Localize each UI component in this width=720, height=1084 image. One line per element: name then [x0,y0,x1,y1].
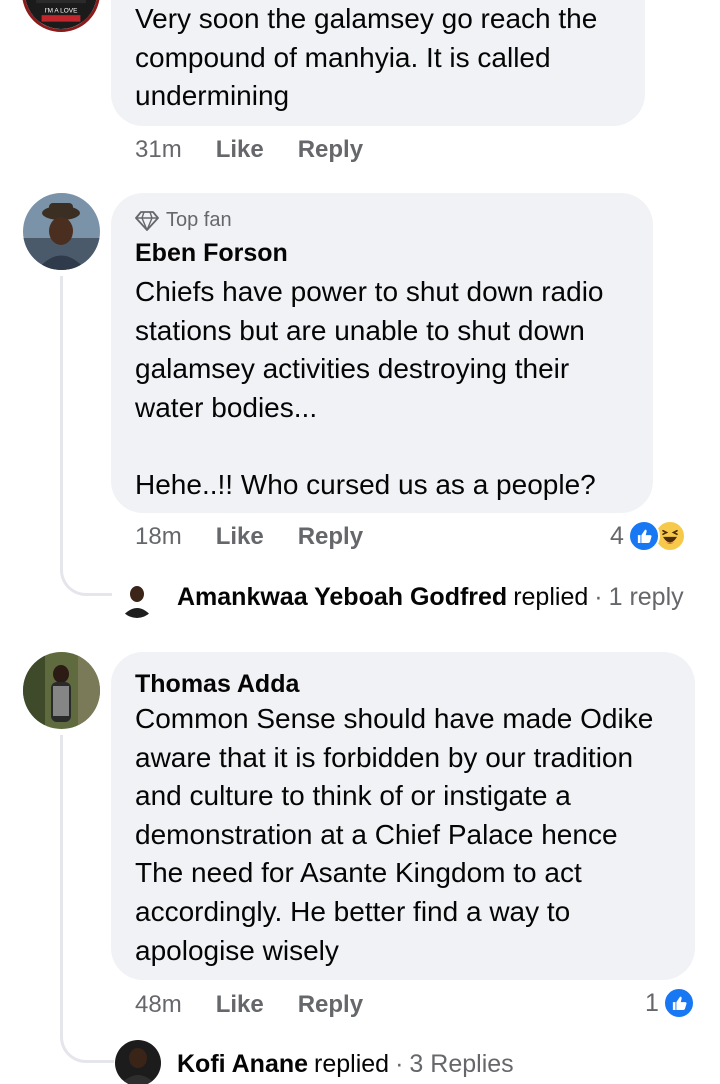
reply-button[interactable]: Reply [298,136,363,164]
separator-dot: · [594,583,603,611]
avatar-image [23,652,100,729]
comment-timestamp[interactable]: 31m [135,136,182,164]
comment-bubble[interactable]: Thomas Adda Common Sense should have mad… [111,652,695,980]
reply-avatar[interactable] [118,580,156,618]
reply-button[interactable]: Reply [298,523,363,551]
reaction-count: 4 [610,521,624,550]
reaction-summary[interactable]: 4 [610,520,686,552]
avatar-image: I'M A LOVE [25,0,97,29]
separator-dot: · [395,1050,404,1078]
comment-actions: 48m Like Reply [135,991,397,1019]
avatar-image [118,580,156,618]
comment-bubble[interactable]: Top fan Eben Forson Chiefs have power to… [111,193,653,513]
reply-avatar[interactable] [115,1040,161,1084]
like-button[interactable]: Like [216,991,264,1019]
reply-author: Amankwaa Yeboah Godfred [177,583,508,611]
reaction-count: 1 [645,988,659,1017]
reaction-summary[interactable]: 1 [645,987,695,1019]
avatar-image [23,193,100,270]
comment-text: Very soon the galamsey go reach the comp… [135,3,598,112]
thread-connector [60,276,112,596]
commenter-avatar[interactable] [23,193,100,270]
avatar-badge-text: I'M A LOVE [45,7,78,14]
like-icon [662,987,695,1019]
like-button[interactable]: Like [216,136,264,164]
reply-count: 3 Replies [409,1050,514,1078]
comment-bubble[interactable]: Very soon the galamsey go reach the comp… [111,0,645,126]
like-icon [627,520,660,552]
like-button[interactable]: Like [216,523,264,551]
commenter-avatar[interactable]: I'M A LOVE [22,0,100,32]
comment-author[interactable]: Eben Forson [135,239,288,268]
top-fan-label: Top fan [166,209,232,231]
thread-connector [60,735,114,1063]
commenter-avatar[interactable] [23,652,100,729]
reply-count: 1 reply [608,583,684,611]
reply-button[interactable]: Reply [298,991,363,1019]
diamond-icon [135,210,159,231]
reply-verb: replied [513,583,589,611]
comment-text: Chiefs have power to shut down radio sta… [135,276,604,500]
comment-timestamp[interactable]: 18m [135,523,182,551]
reply-author: Kofi Anane [177,1050,309,1078]
comment-actions: 31m Like Reply [135,136,397,164]
avatar-image [115,1040,161,1084]
comment-timestamp[interactable]: 48m [135,991,182,1019]
top-fan-badge: Top fan [135,209,232,232]
comment-author[interactable]: Thomas Adda [135,670,299,699]
view-replies-link[interactable]: Amankwaa Yeboah Godfred replied · 1 repl… [177,583,684,612]
comment-actions: 18m Like Reply [135,523,397,551]
comment-text: Common Sense should have made Odike awar… [135,703,654,966]
view-replies-link[interactable]: Kofi Anane replied · 3 Replies [177,1050,514,1079]
reply-verb: replied [314,1050,390,1078]
